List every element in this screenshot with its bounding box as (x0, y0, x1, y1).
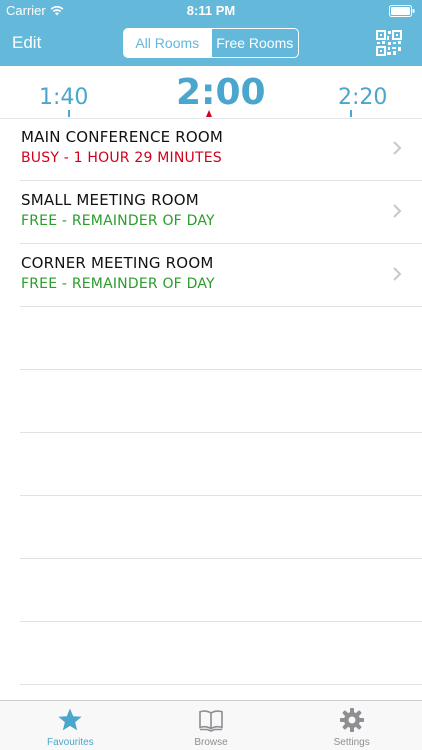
room-name: MAIN CONFERENCE ROOM (21, 128, 224, 146)
tick-mark (68, 110, 70, 117)
clock: 8:11 PM (186, 3, 236, 18)
tab-label: Browse (194, 737, 228, 748)
empty-row (20, 370, 422, 433)
room-list: MAIN CONFERENCE ROOM BUSY - 1 HOUR 29 MI… (0, 118, 422, 685)
header: Carrier 8:11 PM Edit All Rooms Free Room… (0, 0, 422, 66)
book-icon (199, 710, 223, 732)
empty-row (20, 433, 422, 496)
tab-favourites[interactable]: Favourites (0, 701, 141, 750)
room-status: FREE - REMAINDER OF DAY (21, 276, 215, 292)
room-name: SMALL MEETING ROOM (21, 191, 199, 209)
timeline-current-time: 2:00 (176, 72, 266, 113)
battery-icon (389, 5, 415, 17)
edit-button[interactable]: Edit (12, 33, 41, 53)
empty-row (20, 622, 422, 685)
tab-label: Settings (333, 737, 370, 748)
segment-free-rooms[interactable]: Free Rooms (210, 29, 299, 57)
chevron-right-icon (393, 141, 402, 155)
current-time-marker (206, 110, 212, 117)
tick-mark (350, 110, 352, 117)
room-status: BUSY - 1 HOUR 29 MINUTES (21, 150, 222, 166)
tab-settings[interactable]: Settings (281, 701, 422, 750)
empty-row (20, 559, 422, 622)
room-filter-segmented-control: All Rooms Free Rooms (123, 28, 299, 58)
qr-code-icon[interactable] (376, 30, 402, 56)
nav-bar: Edit All Rooms Free Rooms (0, 22, 422, 66)
timeline-tick-left: 1:40 (39, 85, 89, 110)
room-row-small-meeting[interactable]: SMALL MEETING ROOM FREE - REMAINDER OF D… (20, 181, 422, 244)
chevron-right-icon (393, 204, 402, 218)
segment-all-rooms[interactable]: All Rooms (124, 29, 211, 57)
room-name: CORNER MEETING ROOM (21, 254, 214, 272)
star-icon (58, 708, 82, 731)
chevron-right-icon (393, 267, 402, 281)
tab-browse[interactable]: Browse (141, 701, 282, 750)
timeline-tick-right: 2:20 (338, 85, 388, 110)
timeline-scrubber[interactable]: 1:40 2:00 2:20 (0, 66, 422, 119)
empty-row (20, 496, 422, 559)
gear-icon (339, 708, 364, 732)
empty-row (20, 307, 422, 370)
room-row-main-conference[interactable]: MAIN CONFERENCE ROOM BUSY - 1 HOUR 29 MI… (20, 118, 422, 181)
tab-bar: Favourites Browse Settings (0, 700, 422, 750)
room-row-corner-meeting[interactable]: CORNER MEETING ROOM FREE - REMAINDER OF … (20, 244, 422, 307)
status-bar: Carrier 8:11 PM (0, 0, 422, 22)
tab-label: Favourites (46, 737, 94, 748)
room-status: FREE - REMAINDER OF DAY (21, 213, 215, 229)
